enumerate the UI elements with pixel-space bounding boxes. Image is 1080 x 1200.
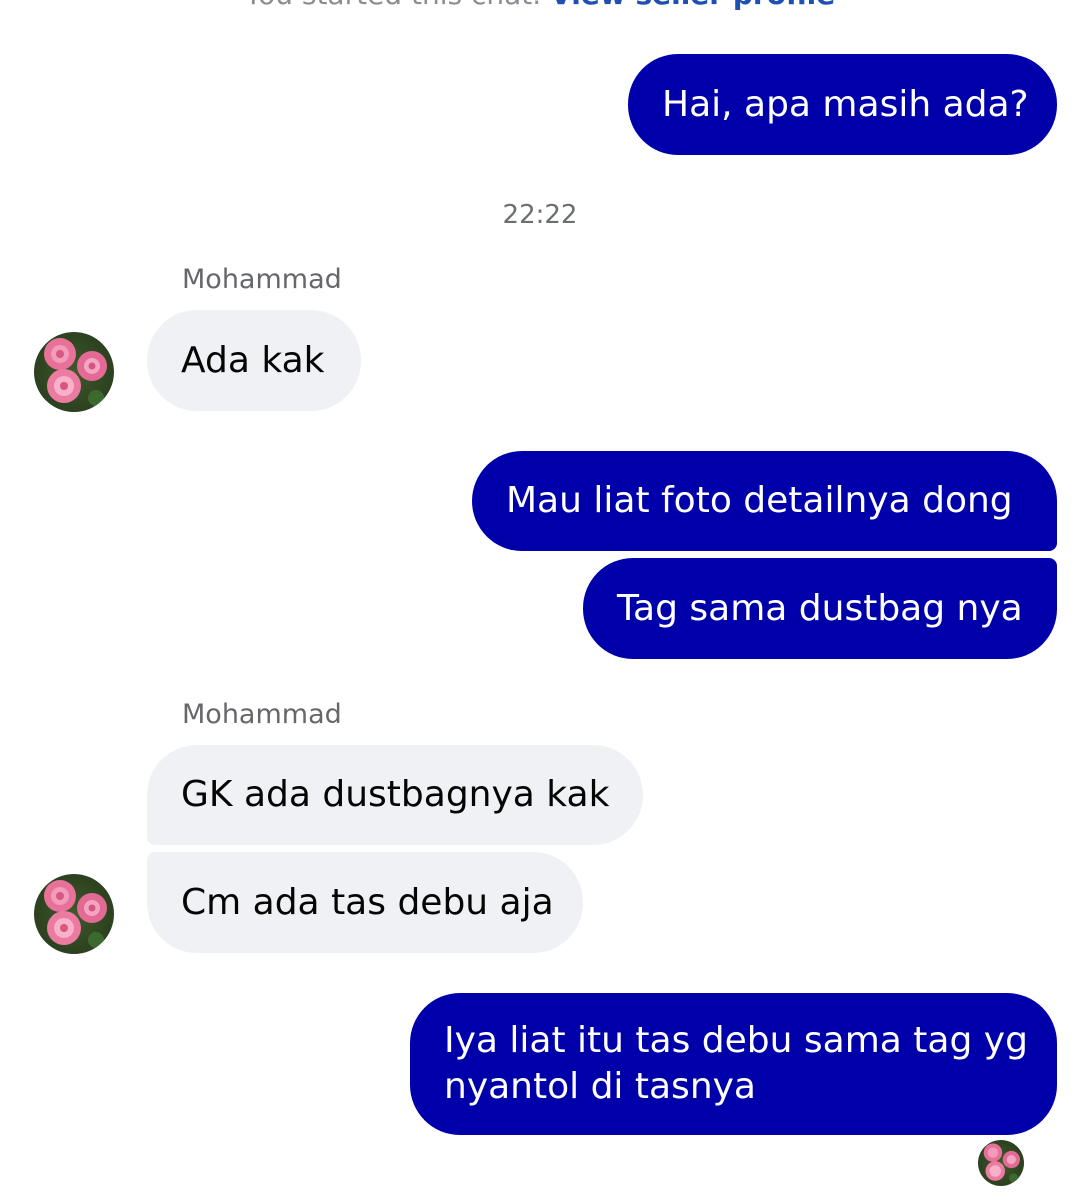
outgoing-message[interactable]: Iya liat itu tas debu sama tag yg nyanto… [410,993,1057,1135]
rose-avatar-icon[interactable] [34,332,114,412]
incoming-message[interactable]: Cm ada tas debu aja [147,852,583,953]
message-text-line-1: Iya liat itu tas debu sama tag yg [444,1020,1028,1061]
message-text: GK ada dustbagnya kak [181,774,610,815]
chat-start-text: You started this chat. [245,0,541,11]
message-text: Hai, apa masih ada? [662,83,1029,125]
incoming-message[interactable]: GK ada dustbagnya kak [147,745,643,845]
sender-name: Mohammad [182,699,342,730]
sender-name: Mohammad [182,264,342,295]
message-text: Mau liat foto detailnya dong [506,480,1013,521]
view-seller-profile-link[interactable]: View seller profile [550,0,835,11]
message-text: Ada kak [181,339,325,381]
outgoing-message[interactable]: Hai, apa masih ada? [628,54,1057,155]
message-timestamp: 22:22 [502,200,578,230]
message-text: Cm ada tas debu aja [181,881,554,923]
chat-start-note: You started this chat. View seller profi… [0,0,1080,11]
rose-avatar-icon[interactable] [34,874,114,954]
outgoing-message[interactable]: Mau liat foto detailnya dong [472,451,1057,551]
rose-avatar-icon [978,1140,1024,1186]
outgoing-message[interactable]: Tag sama dustbag nya [583,558,1057,659]
message-text-line-2: nyantol di tasnya [444,1066,756,1107]
message-text: Tag sama dustbag nya [617,587,1023,629]
incoming-message[interactable]: Ada kak [147,310,361,411]
